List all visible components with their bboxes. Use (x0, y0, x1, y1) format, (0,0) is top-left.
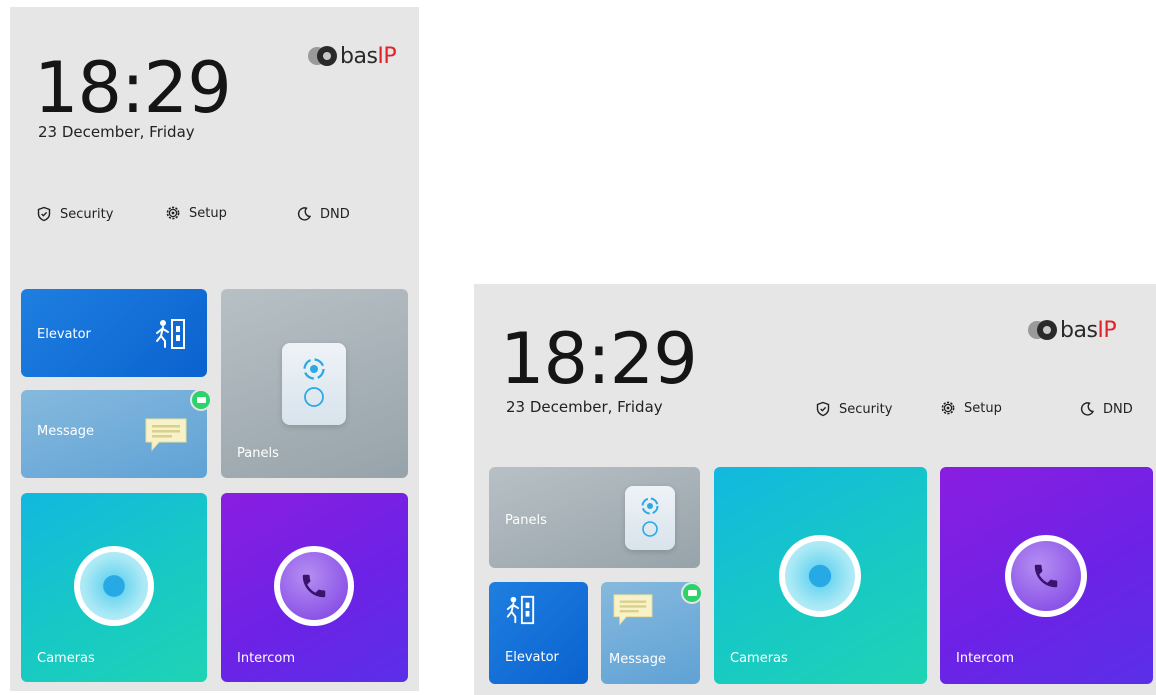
cameras-label: Cameras (37, 651, 95, 666)
door-panel-icon (625, 486, 675, 550)
elevator-icon (156, 319, 185, 349)
setup-button[interactable]: Setup (165, 205, 227, 221)
security-button[interactable]: Security (36, 206, 113, 222)
panels-label: Panels (237, 446, 279, 461)
new-message-badge (190, 389, 212, 411)
intercom-tile[interactable]: Intercom (221, 493, 408, 682)
security-label: Security (60, 206, 114, 222)
bas-ip-logo: bas IP (1028, 317, 1117, 343)
shield-icon (816, 401, 830, 417)
logo-mark-icon (308, 45, 338, 67)
bas-ip-logo: bas IP (308, 43, 397, 69)
security-label: Security (839, 401, 893, 417)
elevator-tile[interactable]: Elevator (21, 289, 207, 377)
logo-brand-suffix: IP (377, 43, 397, 69)
setup-button[interactable]: Setup (940, 400, 1002, 416)
intercom-label: Intercom (956, 651, 1014, 666)
elevator-tile[interactable]: Elevator (489, 582, 588, 684)
setup-label: Setup (189, 205, 227, 221)
camera-lens-icon (74, 546, 154, 626)
phone-icon (1005, 535, 1087, 617)
cameras-tile[interactable]: Cameras (714, 467, 927, 684)
moon-icon (297, 207, 312, 221)
phone-icon (274, 546, 354, 626)
cameras-tile[interactable]: Cameras (21, 493, 207, 682)
moon-icon (1080, 402, 1095, 416)
camera-lens-icon (779, 535, 861, 617)
logo-brand-text: bas (1060, 317, 1098, 343)
message-tile[interactable]: Message (21, 390, 207, 478)
cameras-label: Cameras (730, 651, 788, 666)
logo-mark-icon (1028, 319, 1058, 341)
logo-brand-text: bas (340, 43, 378, 69)
message-label: Message (37, 424, 94, 439)
security-button[interactable]: Security (815, 401, 892, 417)
panels-tile[interactable]: Panels (221, 289, 408, 478)
dnd-label: DND (1103, 401, 1133, 417)
date-label: 23 December, Friday (506, 398, 663, 416)
clock-time: 18:29 (34, 47, 232, 129)
setup-label: Setup (964, 400, 1002, 416)
elevator-label: Elevator (505, 650, 559, 665)
dnd-button[interactable]: DND (1079, 401, 1133, 417)
landscape-home-screen: 18:29 23 December, Friday bas IP Security… (474, 284, 1156, 695)
intercom-label: Intercom (237, 651, 295, 666)
dnd-button[interactable]: DND (296, 206, 350, 222)
date-label: 23 December, Friday (38, 123, 195, 141)
elevator-icon (506, 595, 535, 625)
panels-tile[interactable]: Panels (489, 467, 700, 568)
message-label: Message (609, 652, 666, 667)
new-message-badge (681, 582, 703, 604)
gear-icon (941, 401, 955, 415)
door-panel-icon (282, 343, 346, 425)
clock-time: 18:29 (500, 318, 698, 400)
elevator-label: Elevator (37, 327, 91, 342)
panels-label: Panels (505, 513, 547, 528)
message-bubble-icon (613, 594, 653, 626)
shield-icon (37, 206, 51, 222)
message-bubble-icon (145, 418, 187, 452)
logo-brand-suffix: IP (1097, 317, 1117, 343)
gear-icon (166, 206, 180, 220)
intercom-tile[interactable]: Intercom (940, 467, 1153, 684)
portrait-home-screen: 18:29 23 December, Friday bas IP Security… (10, 7, 419, 691)
dnd-label: DND (320, 206, 350, 222)
